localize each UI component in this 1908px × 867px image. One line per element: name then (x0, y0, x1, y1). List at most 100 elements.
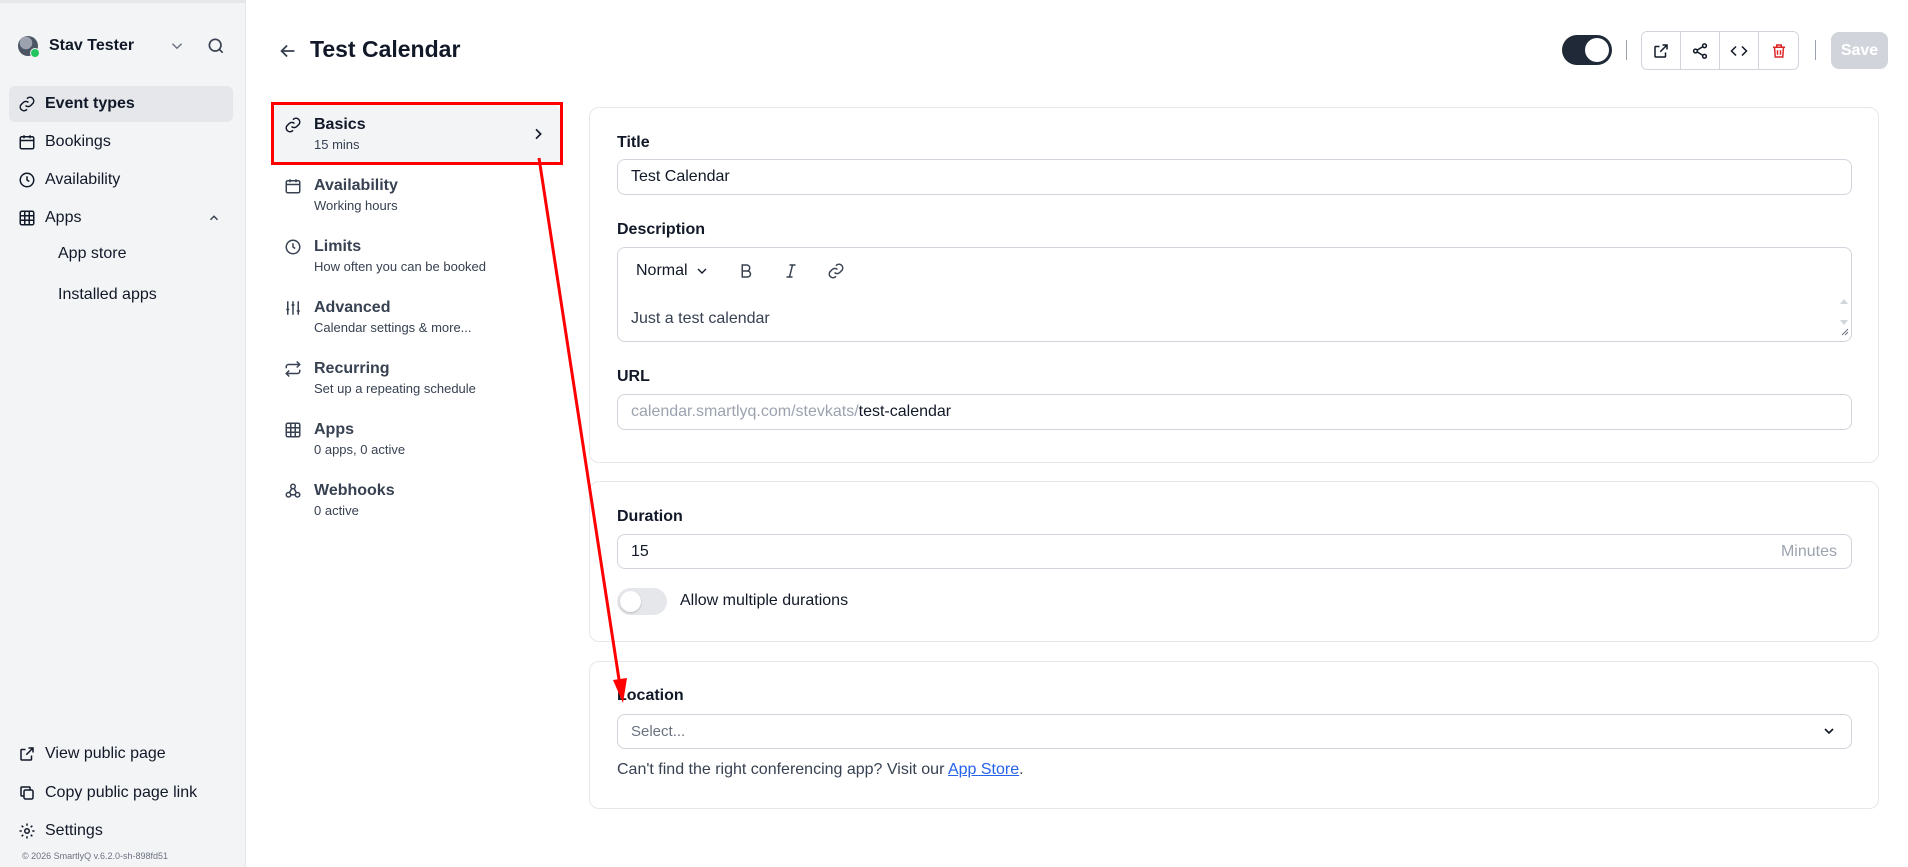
delete-button[interactable] (1759, 32, 1798, 69)
tab-subtitle: How often you can be booked (314, 259, 487, 274)
tab-subtitle: 15 mins (314, 137, 360, 152)
webhook-icon (284, 482, 302, 500)
copyright-text: © 2026 SmartlyQ v.6.2.0-sh-898fd51 (22, 851, 169, 861)
sidebar-item-bookings[interactable]: Bookings (9, 124, 233, 160)
tab-title: Limits (314, 238, 362, 255)
save-button[interactable]: Save (1831, 32, 1888, 69)
tab-basics[interactable]: Basics 15 mins (272, 105, 560, 163)
duration-input[interactable]: 15 Minutes (617, 534, 1852, 569)
external-link-icon (1652, 42, 1670, 60)
tab-advanced[interactable]: Advanced Calendar settings & more... (272, 288, 560, 346)
tab-recurring[interactable]: Recurring Set up a repeating schedule (272, 349, 560, 407)
share-icon (1691, 42, 1709, 60)
sidebar-item-installed-apps[interactable]: Installed apps (58, 286, 157, 304)
sidebar: Stav Tester Event types Bookings Availab… (0, 0, 246, 867)
location-label: Location (617, 687, 684, 704)
multiple-durations-label: Allow multiple durations (680, 592, 849, 609)
copy-public-page-link[interactable]: Copy public page link (9, 775, 233, 811)
text-style-select[interactable]: Normal (636, 262, 710, 280)
avatar (18, 36, 40, 58)
url-label: URL (617, 368, 650, 385)
preview-button[interactable] (1642, 32, 1681, 69)
tab-subtitle: 0 active (314, 503, 359, 518)
url-prefix: calendar.smartlyq.com/stevkats/ (631, 403, 859, 420)
scroll-arrows-icon[interactable] (1839, 296, 1849, 336)
chevron-right-icon (530, 126, 546, 142)
share-button[interactable] (1681, 32, 1720, 69)
duration-value[interactable]: 15 (631, 543, 649, 561)
user-menu[interactable]: Stav Tester (18, 33, 226, 59)
tab-title: Apps (314, 421, 354, 438)
link-icon (18, 95, 36, 113)
description-text[interactable]: Just a test calendar (631, 310, 770, 328)
multiple-durations-toggle[interactable] (617, 588, 667, 615)
tab-title: Basics (314, 116, 366, 133)
trash-icon (1770, 42, 1788, 60)
conferencing-help-text: Can't find the right conferencing app? V… (617, 761, 1024, 779)
tab-title: Webhooks (314, 482, 395, 499)
sidebar-item-event-types[interactable]: Event types (9, 86, 233, 122)
back-arrow-icon[interactable] (277, 40, 299, 62)
tab-subtitle: 0 apps, 0 active (314, 442, 406, 457)
sidebar-item-availability[interactable]: Availability (9, 162, 233, 198)
view-public-page-link[interactable]: View public page (9, 736, 233, 772)
link-icon[interactable] (827, 262, 845, 280)
calendar-icon (284, 177, 302, 195)
hidden-toggle[interactable] (1562, 35, 1612, 65)
location-select[interactable]: Select... (617, 714, 1852, 749)
description-editor: Normal Just a test calendar (617, 247, 1852, 342)
clock-icon (284, 238, 302, 256)
chevron-down-icon[interactable] (168, 37, 186, 55)
url-input[interactable]: calendar.smartlyq.com/stevkats/test-cale… (617, 394, 1852, 430)
help-prefix: Can't find the right conferencing app? V… (617, 761, 948, 778)
tab-subtitle: Working hours (314, 198, 398, 213)
sidebar-item-label: Bookings (45, 133, 111, 150)
chevron-up-icon (207, 211, 221, 225)
title-label: Title (617, 134, 650, 151)
sidebar-item-app-store[interactable]: App store (58, 245, 126, 263)
tab-subtitle: Calendar settings & more... (314, 320, 472, 335)
tab-title: Recurring (314, 360, 390, 377)
sliders-icon (284, 299, 302, 317)
tab-title: Availability (314, 177, 398, 194)
header-actions (1641, 31, 1799, 70)
sidebar-item-settings[interactable]: Settings (9, 813, 233, 849)
tab-apps[interactable]: Apps 0 apps, 0 active (272, 410, 560, 468)
sidebar-item-label: Event types (45, 95, 135, 112)
tab-webhooks[interactable]: Webhooks 0 active (272, 471, 560, 529)
help-suffix: . (1019, 761, 1024, 778)
tab-subtitle: Set up a repeating schedule (314, 381, 476, 396)
app-store-link[interactable]: App Store (948, 761, 1019, 778)
editor-toolbar: Normal (636, 262, 845, 280)
divider (1815, 40, 1816, 60)
url-slug[interactable]: test-calendar (859, 403, 952, 421)
clock-icon (18, 171, 36, 189)
location-placeholder: Select... (631, 723, 686, 740)
tab-title: Advanced (314, 299, 391, 316)
tab-limits[interactable]: Limits How often you can be booked (272, 227, 560, 285)
external-link-icon (18, 745, 36, 763)
link-icon (284, 116, 302, 134)
page-title: Test Calendar (310, 36, 461, 62)
grid-icon (284, 421, 302, 439)
divider (1626, 40, 1627, 60)
repeat-icon (284, 360, 302, 378)
sidebar-item-label: Apps (45, 209, 82, 226)
tab-availability[interactable]: Availability Working hours (272, 166, 560, 224)
search-icon[interactable] (206, 36, 226, 56)
gear-icon (18, 822, 36, 840)
duration-unit: Minutes (1780, 542, 1837, 560)
calendar-icon (18, 133, 36, 151)
duration-label: Duration (617, 508, 683, 525)
embed-button[interactable] (1720, 32, 1759, 69)
italic-icon[interactable] (782, 262, 800, 280)
copy-icon (18, 784, 36, 802)
title-input[interactable]: Test Calendar (617, 159, 1852, 195)
user-name: Stav Tester (49, 37, 135, 54)
bold-icon[interactable] (737, 262, 755, 280)
sidebar-item-apps[interactable]: Apps (9, 200, 233, 236)
sidebar-item-label: Availability (45, 171, 121, 188)
code-icon (1730, 42, 1748, 60)
text-style-label: Normal (636, 262, 688, 279)
chevron-down-icon (1821, 723, 1837, 739)
